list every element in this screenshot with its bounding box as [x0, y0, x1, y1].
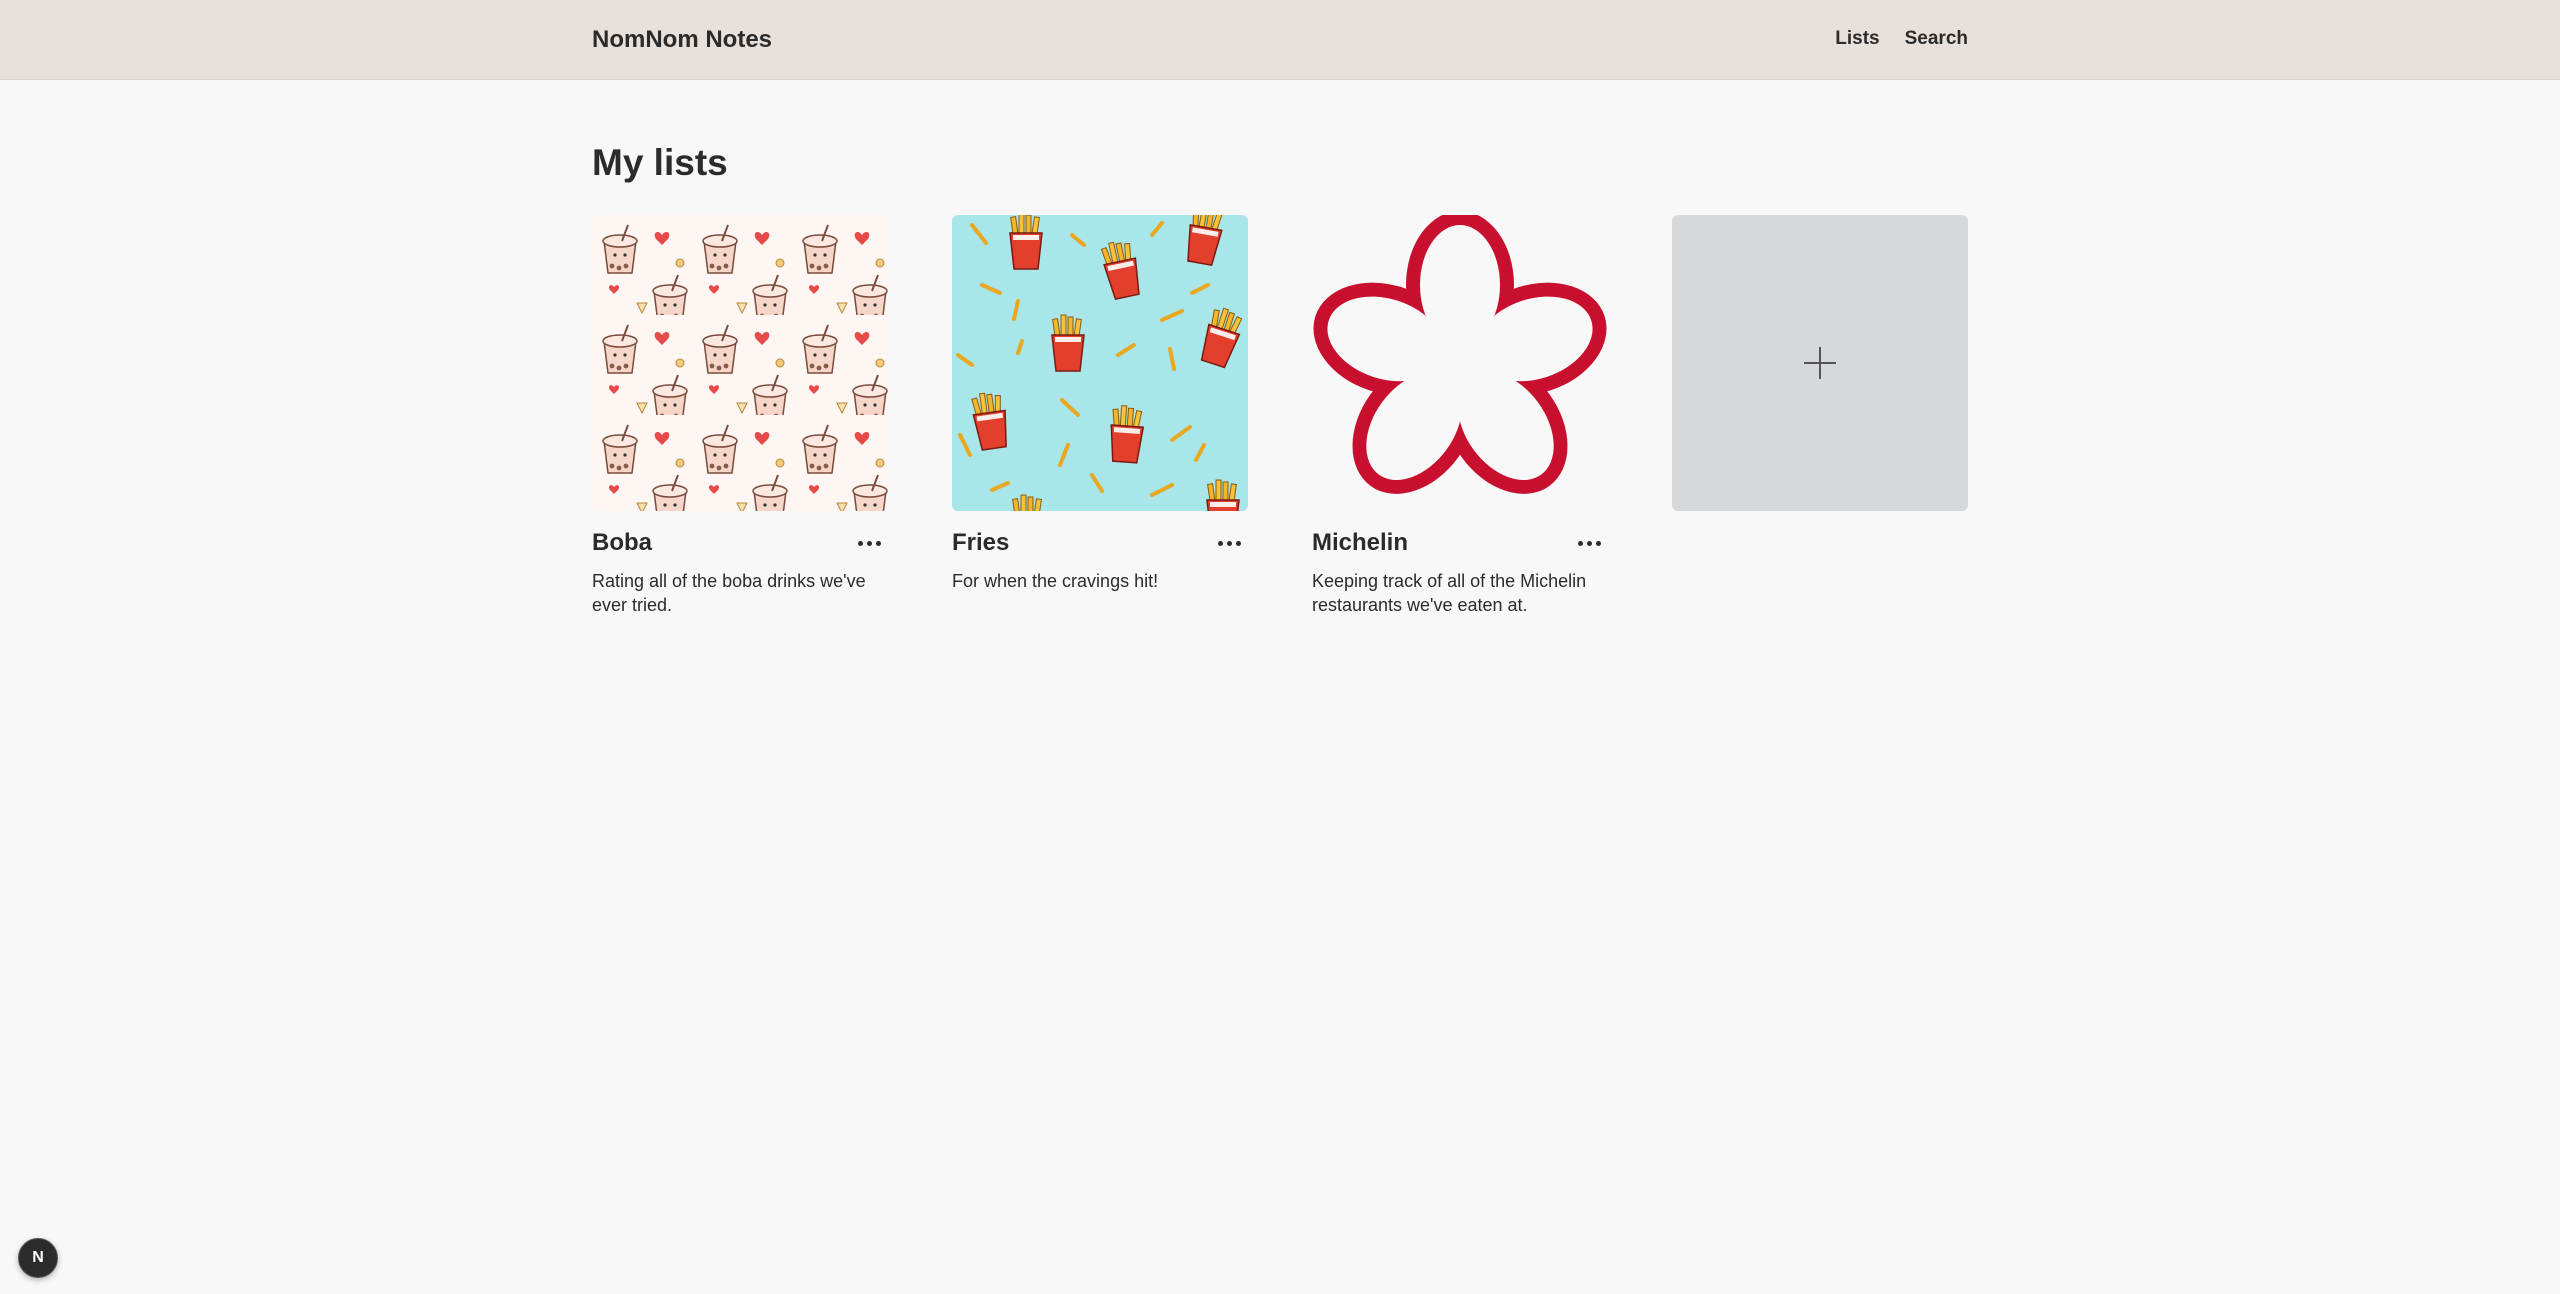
dot-icon: [1226, 540, 1232, 546]
boba-cover-image[interactable]: [592, 215, 888, 511]
more-options-button[interactable]: [1574, 531, 1604, 555]
more-options-button[interactable]: [854, 531, 884, 555]
nav-lists-link[interactable]: Lists: [1835, 28, 1879, 50]
dot-icon: [1235, 540, 1241, 546]
list-card-description: For when the cravings hit!: [952, 571, 1159, 591]
main-nav: Lists Search: [1835, 28, 1968, 50]
dot-icon: [866, 540, 872, 546]
dot-icon: [857, 540, 863, 546]
nav-search-link[interactable]: Search: [1905, 28, 1968, 50]
dot-icon: [1577, 540, 1583, 546]
list-card-description: Keeping track of all of the Michelin res…: [1312, 571, 1587, 615]
plus-icon: [1804, 347, 1836, 379]
michelin-star-logo[interactable]: [1312, 215, 1608, 511]
top-navbar: NomNom Notes Lists Search: [0, 0, 2560, 80]
list-card-title[interactable]: Michelin: [1312, 529, 1408, 556]
add-list-button[interactable]: [1672, 215, 1968, 511]
dot-icon: [1586, 540, 1592, 546]
list-card-description: Rating all of the boba drinks we've ever…: [592, 571, 866, 615]
list-card-title[interactable]: Boba: [592, 529, 652, 556]
more-options-button[interactable]: [1214, 531, 1244, 555]
nextjs-dev-badge[interactable]: N: [18, 1238, 58, 1278]
dot-icon: [1595, 540, 1601, 546]
list-card-fries: Fries For when the cravings hit!: [952, 215, 1248, 593]
dot-icon: [875, 540, 881, 546]
fries-cover-image[interactable]: [952, 215, 1248, 511]
page-title: My lists: [592, 142, 728, 183]
list-card-title[interactable]: Fries: [952, 529, 1009, 556]
brand-logo-text[interactable]: NomNom Notes: [592, 26, 772, 54]
list-card-michelin: Michelin Keeping track of all of the Mic…: [1312, 215, 1608, 617]
dot-icon: [1217, 540, 1223, 546]
list-card-boba: Boba Rating all of the boba drinks we've…: [592, 215, 888, 617]
